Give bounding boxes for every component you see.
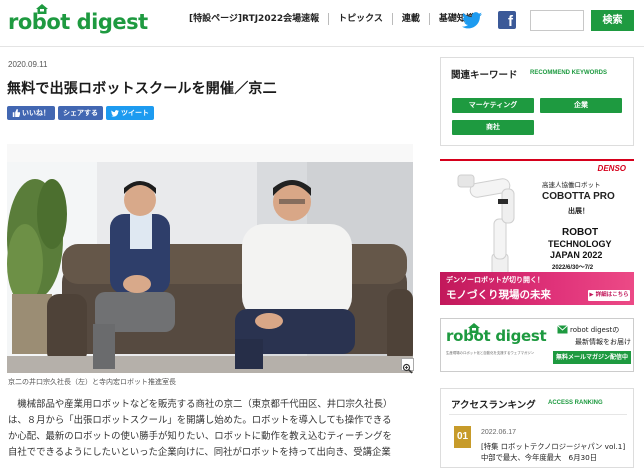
social-buttons: いいね！ シェアする ツイート	[7, 106, 154, 120]
keyword-tag-company[interactable]: 企業	[540, 98, 622, 113]
denso-product: COBOTTA PRO	[542, 191, 615, 202]
magnifier-icon	[402, 363, 413, 374]
article-body: 機械部品や産業用ロボットなどを販売する商社の京二（東京都千代田区、井口宗久社長）…	[8, 397, 413, 461]
denso-banner2: モノづくり現場の未来	[446, 289, 551, 301]
search-input[interactable]	[530, 10, 584, 31]
main-nav: [特設ページ]RTJ2022会場速報 トピックス 連載 基礎知識	[187, 13, 484, 25]
keywords-subtitle: RECOMMEND KEYWORDS	[530, 70, 608, 76]
access-ranking-box: アクセスランキング ACCESS RANKING 01 2022.06.17 […	[440, 388, 634, 468]
like-label: いいね！	[22, 109, 50, 117]
denso-cta-button[interactable]: ▶ 詳細はこちら	[588, 290, 630, 301]
newsletter-text2: 最新情報をお届け	[575, 338, 631, 346]
logo-text: robot digest	[8, 10, 148, 34]
facebook-icon[interactable]: f	[498, 11, 516, 30]
nav-item-series[interactable]: 連載	[393, 13, 430, 25]
rank-link[interactable]: [特集 ロボットテクノロジージャパン vol.1]中部で最大、今年度最大 6月3…	[481, 441, 631, 463]
article-photo	[7, 144, 413, 373]
ranking-divider	[449, 414, 627, 415]
article-title: 無料で出張ロボットスクールを開催／京二	[7, 81, 277, 97]
nav-item-rtj2022[interactable]: [特設ページ]RTJ2022会場速報	[187, 13, 330, 25]
related-keywords-box: 関連キーワード RECOMMEND KEYWORDS マーケティング 企業 商社	[440, 57, 634, 146]
mail-icon	[557, 325, 568, 334]
denso-brand: DENSO	[597, 164, 626, 173]
newsletter-ad-banner[interactable]: robot digest 生産現場のロボット化と自動化を支援するウェブマガジン …	[440, 318, 634, 372]
article-date: 2020.09.11	[8, 60, 48, 69]
newsletter-cta[interactable]: 無料メールマガジン配信中	[553, 351, 631, 364]
denso-line1: 高速人協働ロボット	[542, 181, 601, 189]
newsletter-logo: robot digest	[446, 327, 547, 345]
nav-item-topics[interactable]: トピックス	[329, 13, 393, 25]
denso-event3: JAPAN 2022	[550, 250, 603, 260]
tweet-label: ツイート	[121, 109, 149, 117]
body-line: か心配、最新のロボットの使い勝手が知りたい、ロボットに動作を教え込むティーチング…	[8, 431, 392, 442]
house-icon	[36, 4, 48, 14]
tweet-button[interactable]: ツイート	[106, 106, 154, 120]
newsletter-text1: robot digestの	[570, 326, 620, 334]
search-button[interactable]: 検索	[591, 10, 634, 31]
denso-ad-banner[interactable]: DENSO 高速人協働ロボット COBOTTA PRO 出展！ ROBOT TE…	[440, 159, 634, 305]
zoom-icon[interactable]	[401, 358, 414, 374]
denso-dates: 2022/6/30〜7/2	[552, 265, 594, 271]
photo-caption: 京二の井口宗久社長（左）と寺内宏ロボット推進室長	[8, 378, 176, 386]
denso-banner1: デンソーロボットが切り開く！	[446, 276, 544, 284]
rank-date: 2022.06.17	[481, 429, 517, 436]
denso-event2: TECHNOLOGY	[548, 239, 612, 249]
ranking-title: アクセスランキング	[451, 400, 536, 411]
ranking-subtitle: ACCESS RANKING	[548, 400, 603, 406]
keywords-title: 関連キーワード	[451, 70, 518, 81]
keyword-tag-trading-company[interactable]: 商社	[452, 120, 534, 135]
denso-line3: 出展！	[568, 207, 589, 215]
site-logo[interactable]: robot digest	[8, 4, 148, 36]
twitter-bird-icon	[111, 109, 119, 117]
facebook-like-button[interactable]: いいね！	[7, 106, 55, 120]
body-line: 自社でできるようにしたいといった企業向けに、同社がロボットを持って出向き、受講企…	[8, 447, 391, 458]
newsletter-tagline: 生産現場のロボット化と自動化を支援するウェブマガジン	[446, 351, 535, 355]
keyword-tag-marketing[interactable]: マーケティング	[452, 98, 534, 113]
denso-event1: ROBOT	[562, 227, 599, 238]
body-line: 機械部品や産業用ロボットなどを販売する商社の京二（東京都千代田区、井口宗久社長）	[17, 399, 393, 410]
header-divider	[0, 46, 644, 47]
twitter-icon[interactable]	[462, 12, 482, 29]
thumbs-up-icon	[12, 109, 20, 117]
site-header: robot digest [特設ページ]RTJ2022会場速報 トピックス 連載…	[0, 0, 644, 46]
rank-number: 01	[454, 426, 471, 448]
facebook-share-button[interactable]: シェアする	[58, 106, 103, 120]
body-line: は、８月から「出張ロボットスクール」を開講し始めた。ロボットを導入しても操作でき…	[8, 415, 392, 426]
